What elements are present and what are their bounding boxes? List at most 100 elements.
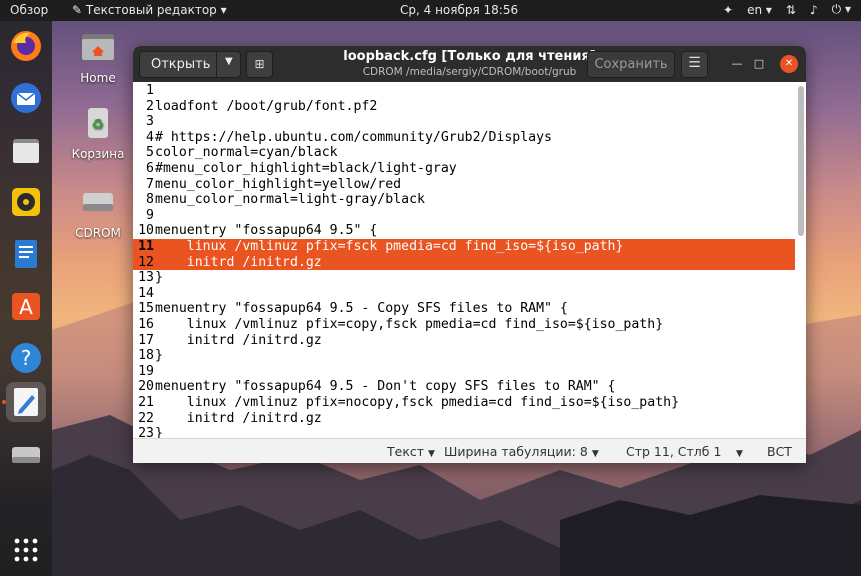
minimize-icon[interactable]: — <box>728 55 746 73</box>
line-text: loadfont /boot/grub/font.pf2 <box>155 98 378 114</box>
cursor-position-label: Стр 11, Стлб 1 <box>626 444 722 459</box>
text-view[interactable]: 1 2 loadfont /boot/grub/font.pf2 3 4 # https:… <box>133 82 806 441</box>
code-line[interactable]: 14 <box>133 286 795 302</box>
line-text: } <box>155 270 163 286</box>
maximize-icon[interactable]: □ <box>750 55 768 73</box>
line-number: 6 <box>146 161 154 176</box>
code-line[interactable]: 11 linux /vmlinuz pfix=fsck pmedia=cd fi… <box>133 239 795 255</box>
code-line[interactable]: 3 <box>133 114 795 130</box>
tab-width-label: Ширина табуляции: 8 <box>444 444 588 459</box>
code-line[interactable]: 4 # https://help.ubuntu.com/community/Gru… <box>133 130 795 146</box>
show-applications-icon[interactable] <box>6 530 46 570</box>
clock[interactable]: Ср, 4 ноября 18:56 <box>400 3 518 17</box>
cursor-position-selector[interactable]: Стр 11, Стлб 1 <box>626 444 721 459</box>
line-number: 7 <box>146 176 154 192</box>
code-line[interactable]: 8 menu_color_normal=light-gray/black <box>133 192 795 208</box>
libreoffice-writer-icon[interactable] <box>6 234 46 274</box>
line-number: 14 <box>138 285 154 301</box>
thunderbird-icon[interactable] <box>6 78 46 118</box>
network-icon[interactable]: ⇅ <box>786 3 796 17</box>
software-center-icon[interactable]: A <box>6 286 46 326</box>
line-text: initrd /initrd.gz <box>155 254 322 270</box>
line-number: 11 <box>138 239 154 254</box>
code-line[interactable]: 18} <box>133 348 795 364</box>
code-line[interactable]: 7 menu_color_highlight=yellow/red <box>133 177 795 193</box>
code-line[interactable]: 9 <box>133 208 795 224</box>
chevron-down-icon: ▾ <box>216 3 227 17</box>
app-menu[interactable]: ✎ Текстовый редактор ▾ <box>72 3 227 17</box>
save-button[interactable]: Сохранить <box>587 51 675 78</box>
close-icon[interactable]: ✕ <box>780 55 798 73</box>
power-icon[interactable]: ⏻ ▾ <box>832 2 851 17</box>
home-folder-icon <box>82 34 114 60</box>
svg-text:?: ? <box>21 346 32 370</box>
desktop-cdrom[interactable]: CDROM <box>63 185 133 240</box>
desktop-home[interactable]: Home <box>63 30 133 85</box>
trash-icon: ♻ <box>88 108 108 138</box>
scrollbar[interactable] <box>798 86 804 236</box>
line-text: linux /vmlinuz pfix=nocopy,fsck pmedia=c… <box>155 395 680 410</box>
chevron-down-icon[interactable]: ▼ <box>732 444 743 459</box>
help-icon[interactable]: ? <box>6 338 46 378</box>
chevron-down-icon: ▼ <box>591 449 599 459</box>
line-number: 13 <box>138 270 154 286</box>
code-line[interactable]: 19 <box>133 364 795 380</box>
desktop-trash-label: Корзина <box>71 147 125 161</box>
line-text: menu_color_normal=light-gray/black <box>155 192 425 208</box>
dock: A ? <box>0 21 52 576</box>
drive-icon[interactable] <box>6 434 46 474</box>
hamburger-menu-button[interactable]: ☰ <box>681 51 708 78</box>
code-line[interactable]: 16 linux /vmlinuz pfix=copy,fsck pmedia=… <box>133 317 795 333</box>
line-text: menuentry "fossapup64 9.5 - Copy SFS fil… <box>155 301 568 317</box>
files-icon[interactable] <box>6 130 46 170</box>
line-number: 17 <box>138 332 154 348</box>
desktop-cdrom-label: CDROM <box>75 226 121 240</box>
top-bar: Обзор ✎ Текстовый редактор ▾ Ср, 4 ноябр… <box>0 0 861 21</box>
system-tray: ✦ en ▾ ⇅ ♪ ⏻ ▾ <box>723 2 851 17</box>
firefox-icon[interactable] <box>6 26 46 66</box>
line-number: 21 <box>138 395 154 410</box>
tab-width-selector[interactable]: Ширина табуляции: 8 ▼ <box>444 444 599 459</box>
line-number: 3 <box>146 114 154 130</box>
line-text: initrd /initrd.gz <box>155 410 322 426</box>
svg-text:A: A <box>19 295 33 319</box>
line-text: linux /vmlinuz pfix=fsck pmedia=cd find_… <box>155 239 624 254</box>
code-line[interactable]: 12 initrd /initrd.gz <box>133 254 795 271</box>
svg-text:♻: ♻ <box>92 117 105 133</box>
status-bar: Текст ▼ Ширина табуляции: 8 ▼ Стр 11, Стлб… <box>133 438 806 463</box>
volume-icon[interactable]: ♪ <box>810 3 818 17</box>
desktop-trash[interactable]: ♻ Корзина <box>63 106 133 161</box>
line-number: 20 <box>138 379 154 395</box>
line-number: 9 <box>146 207 154 223</box>
insert-mode-indicator[interactable]: ВСТ <box>767 444 792 459</box>
code-line[interactable]: 15 menuentry "fossapup64 9.5 - Copy SFS f… <box>133 301 795 317</box>
language-indicator[interactable]: en ▾ <box>747 3 772 17</box>
code-line[interactable]: 13} <box>133 270 795 286</box>
line-number: 5 <box>146 145 154 161</box>
accessibility-icon[interactable]: ✦ <box>723 3 733 17</box>
activities-button[interactable]: Обзор <box>10 3 48 17</box>
line-text: menuentry "fossapup64 9.5" { <box>155 223 378 239</box>
syntax-selector[interactable]: Текст ▼ <box>387 444 435 459</box>
code-line[interactable]: 21 linux /vmlinuz pfix=nocopy,fsck pmedi… <box>133 395 795 411</box>
rhythmbox-icon[interactable] <box>6 182 46 222</box>
code-line[interactable]: 6 #menu_color_highlight=black/light-gray <box>133 161 795 177</box>
code-line[interactable]: 10 menuentry "fossapup64 9.5" { <box>133 223 795 239</box>
line-text: } <box>155 348 163 364</box>
header-bar: Открыть ▼ ⊞ loopback.cfg [Только для чте… <box>133 46 806 82</box>
line-number: 19 <box>138 363 154 379</box>
text-editor-icon[interactable] <box>6 382 46 422</box>
line-text: menuentry "fossapup64 9.5 - Don't copy S… <box>155 379 616 395</box>
line-number: 8 <box>146 192 154 208</box>
line-text: #menu_color_highlight=black/light-gray <box>155 161 457 176</box>
code-line[interactable]: 1 <box>133 83 795 99</box>
app-menu-label: Текстовый редактор <box>85 3 217 17</box>
code-line[interactable]: 5 color_normal=cyan/black <box>133 145 795 161</box>
line-number: 16 <box>138 317 154 332</box>
code-line[interactable]: 20 menuentry "fossapup64 9.5 - Don't copy… <box>133 379 795 395</box>
code-line[interactable]: 2 loadfont /boot/grub/font.pf2 <box>133 99 795 115</box>
syntax-label: Текст <box>387 444 425 459</box>
chevron-down-icon: ▼ <box>428 449 435 459</box>
code-line[interactable]: 22 initrd /initrd.gz <box>133 411 795 427</box>
code-line[interactable]: 17 initrd /initrd.gz <box>133 333 795 349</box>
